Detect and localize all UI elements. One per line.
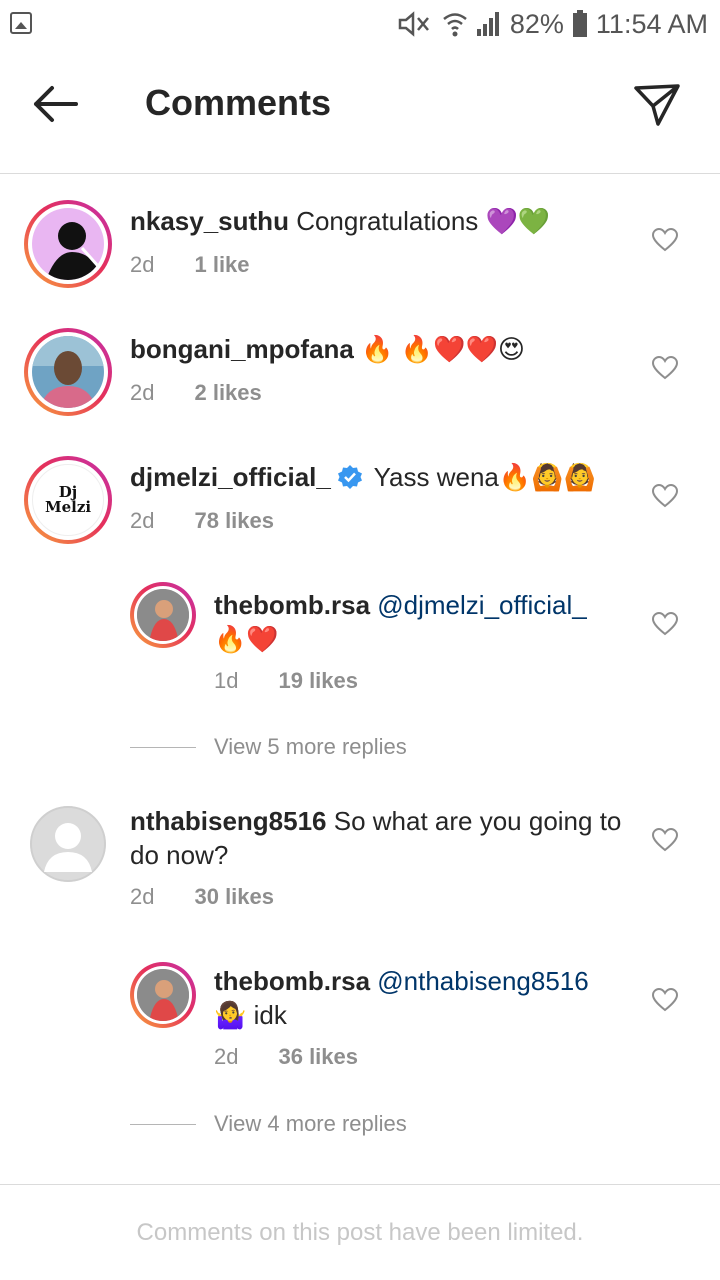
comment-text: Yass wena🔥🙆🙆 xyxy=(373,462,596,492)
heart-icon[interactable] xyxy=(651,827,679,852)
view-more-replies-button[interactable]: View 4 more replies xyxy=(130,1111,407,1137)
direct-send-icon xyxy=(634,84,680,126)
share-button[interactable] xyxy=(632,80,682,130)
like-count[interactable]: 1 like xyxy=(194,252,249,278)
avatar[interactable] xyxy=(30,806,106,882)
reply-username[interactable]: thebomb.rsa xyxy=(214,966,370,996)
reply-time: 1d xyxy=(214,668,239,693)
like-count[interactable]: 78 likes xyxy=(194,508,274,534)
comments-limited-footer: Comments on this post have been limited. xyxy=(0,1184,720,1280)
comment-username[interactable]: bongani_mpofana xyxy=(130,334,354,364)
comment-text: 🔥 🔥❤️❤️😍 xyxy=(361,334,525,364)
clock: 11:54 AM xyxy=(595,8,708,39)
verified-badge-icon xyxy=(337,464,363,490)
like-count[interactable]: 19 likes xyxy=(278,668,358,694)
reply-text: 🔥❤️ xyxy=(214,624,279,654)
like-count[interactable]: 36 likes xyxy=(278,1044,358,1070)
view-more-replies-button[interactable]: View 5 more replies xyxy=(130,734,407,760)
comment-username[interactable]: nthabiseng8516 xyxy=(130,806,327,836)
back-arrow-icon xyxy=(34,86,78,122)
avatar[interactable]: Dj Melzi xyxy=(24,456,112,544)
like-count[interactable]: 30 likes xyxy=(194,884,274,910)
avatar[interactable] xyxy=(24,328,112,416)
mute-icon xyxy=(396,10,434,38)
signal-icon xyxy=(476,11,502,37)
status-bar: 82% 11:54 AM xyxy=(0,0,720,50)
comment-time: 2d xyxy=(130,252,155,277)
heart-icon[interactable] xyxy=(651,227,679,252)
heart-icon[interactable] xyxy=(651,987,679,1012)
comment-time: 2d xyxy=(130,508,155,533)
status-icons: 82% 11:54 AM xyxy=(396,6,708,42)
comment-text: Congratulations 💜💚 xyxy=(296,206,551,236)
gallery-notification-icon xyxy=(10,12,32,34)
heart-icon[interactable] xyxy=(651,355,679,380)
header: Comments xyxy=(0,50,720,174)
heart-icon[interactable] xyxy=(651,611,679,636)
comment-username[interactable]: djmelzi_official_ xyxy=(130,462,331,492)
comment-username[interactable]: nkasy_suthu xyxy=(130,206,289,236)
battery-percent: 82% xyxy=(509,8,564,39)
reply-username[interactable]: thebomb.rsa xyxy=(214,590,370,620)
reply-mention[interactable]: @djmelzi_official_ xyxy=(377,590,586,620)
back-button[interactable] xyxy=(26,80,86,128)
comment-time: 2d xyxy=(130,884,155,909)
comments-limited-message: Comments on this post have been limited. xyxy=(136,1219,584,1246)
battery-icon xyxy=(572,10,588,38)
wifi-icon xyxy=(442,10,468,38)
like-count[interactable]: 2 likes xyxy=(194,380,261,406)
reply-text: 🤷‍♀️ idk xyxy=(214,1000,287,1030)
avatar[interactable] xyxy=(130,962,196,1028)
default-avatar-icon xyxy=(30,806,106,882)
reply-mention[interactable]: @nthabiseng8516 xyxy=(377,966,588,996)
avatar[interactable] xyxy=(130,582,196,648)
avatar-logo-text: Dj Melzi xyxy=(44,483,92,516)
heart-icon[interactable] xyxy=(651,483,679,508)
view-more-replies-label: View 4 more replies xyxy=(214,1111,407,1136)
view-more-replies-label: View 5 more replies xyxy=(214,734,407,759)
reply-time: 2d xyxy=(214,1044,239,1069)
divider-line xyxy=(130,746,196,748)
divider-line xyxy=(130,1123,196,1125)
comment-time: 2d xyxy=(130,380,155,405)
avatar[interactable] xyxy=(24,200,112,288)
page-title: Comments xyxy=(145,82,332,123)
